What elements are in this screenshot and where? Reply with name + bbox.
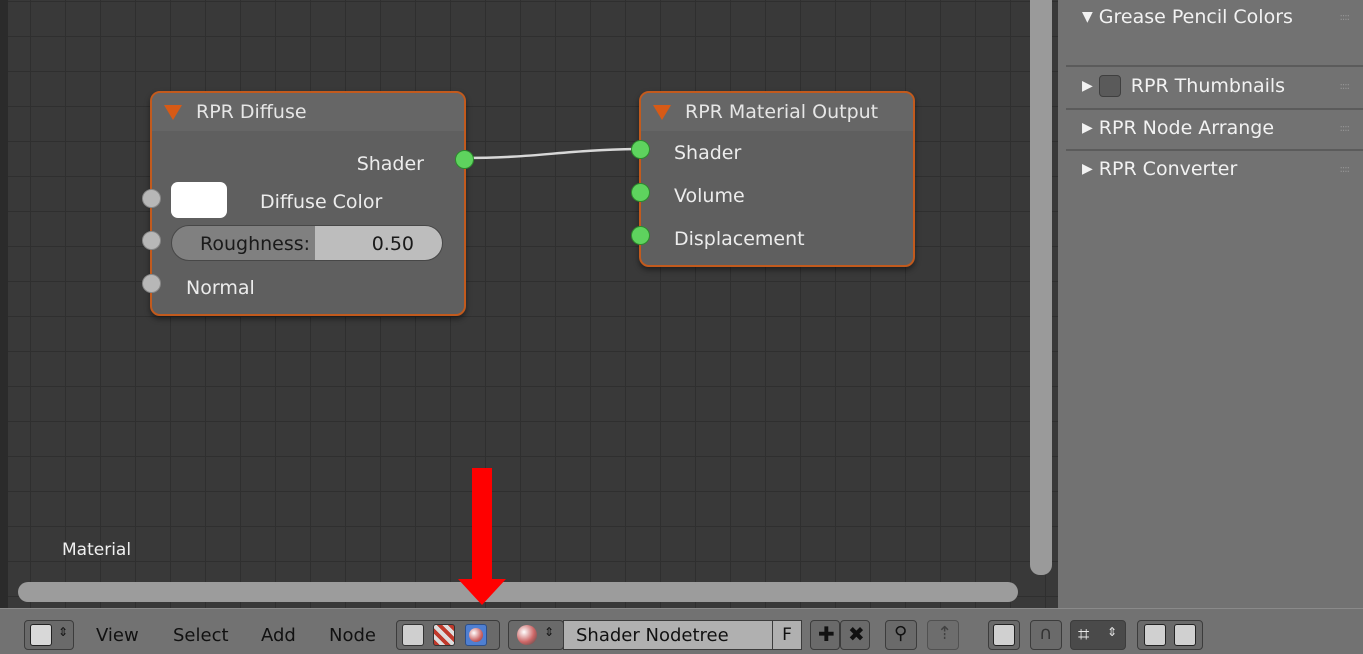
panel-separator	[1066, 108, 1363, 110]
fake-user-button[interactable]: F	[772, 620, 802, 650]
editor-left-edge	[0, 0, 8, 608]
pin-button[interactable]: ⚲	[885, 620, 917, 650]
properties-sidebar: ▼ Grease Pencil Colors :::: ▶ RPR Thumbnai…	[1058, 0, 1363, 608]
drag-grip-icon[interactable]: ::::	[1340, 12, 1351, 23]
expanded-triangle-icon: ▼	[1082, 9, 1093, 25]
editor-type-icon	[30, 624, 52, 646]
unlink-button[interactable]: ✖	[840, 620, 870, 650]
normal-label: Normal	[186, 277, 255, 299]
copy-icon[interactable]	[1144, 624, 1166, 646]
panel-grease-pencil-colors[interactable]: ▼ Grease Pencil Colors ::::	[1066, 0, 1363, 60]
roughness-socket[interactable]	[142, 231, 161, 250]
diffuse-color-label: Diffuse Color	[260, 191, 383, 213]
material-label: Material	[62, 540, 132, 560]
material-sphere-icon	[517, 625, 537, 645]
object-shader-icon[interactable]	[402, 624, 424, 646]
roughness-value: 0.50	[371, 233, 414, 255]
annotation-arrow-shaft	[472, 468, 492, 583]
node-header[interactable]: RPR Material Output	[641, 93, 913, 131]
collapsed-triangle-icon: ▶	[1082, 120, 1093, 136]
snap-grid-icon: ⌗	[1078, 622, 1090, 646]
shader-type-selector[interactable]	[396, 620, 500, 650]
unlink-icon: ✖	[848, 622, 865, 646]
snap-icon	[993, 624, 1015, 646]
go-to-parent-button[interactable]: ⇡	[927, 620, 959, 650]
annotation-arrow-head	[458, 579, 506, 605]
drag-grip-icon[interactable]: ::::	[1340, 164, 1351, 175]
collapse-triangle-icon[interactable]	[164, 104, 182, 120]
node-editor[interactable]: RPR Diffuse Shader Diffuse Color Roughne…	[0, 0, 1058, 608]
editor-type-button[interactable]: ⇕	[24, 620, 74, 650]
nodetree-name-field[interactable]: Shader Nodetree	[563, 620, 773, 650]
horizontal-scrollbar[interactable]	[18, 582, 1018, 602]
output-volume-socket[interactable]	[631, 183, 650, 202]
diffuse-shader-output-socket[interactable]	[455, 150, 474, 169]
updown-arrows-icon: ⇕	[544, 625, 555, 639]
pin-icon: ⚲	[894, 623, 908, 644]
snap-element-selector[interactable]: ⌗ ⇕	[1070, 620, 1126, 650]
output-displacement-socket[interactable]	[631, 226, 650, 245]
collapsed-triangle-icon: ▶	[1082, 78, 1093, 94]
panel-separator	[1066, 149, 1363, 151]
thumbnails-checkbox[interactable]	[1098, 75, 1121, 97]
collapsed-triangle-icon: ▶	[1082, 161, 1093, 177]
go-to-parent-icon: ⇡	[937, 623, 953, 644]
menu-select[interactable]: Select	[173, 625, 229, 646]
panel-rpr-converter[interactable]: ▶ RPR Converter ::::	[1066, 152, 1363, 190]
roughness-slider[interactable]: Roughness: 0.50	[171, 225, 443, 261]
snap-button[interactable]	[988, 620, 1020, 650]
displacement-input-label: Displacement	[674, 228, 805, 250]
panel-label: RPR Node Arrange	[1098, 117, 1275, 139]
node-editor-header: ⇕ View Select Add Node ⇕ Shader Nodetree…	[0, 608, 1363, 654]
panel-rpr-thumbnails[interactable]: ▶ RPR Thumbnails ::::	[1066, 69, 1363, 107]
shader-input-label: Shader	[674, 142, 742, 164]
panel-label: Grease Pencil Colors	[1098, 6, 1293, 28]
magnet-button[interactable]: ∩	[1030, 620, 1062, 650]
output-shader-socket[interactable]	[631, 140, 650, 159]
diffuse-color-swatch[interactable]	[171, 182, 227, 218]
panel-label: RPR Thumbnails	[1130, 75, 1286, 97]
rpr-material-output-node[interactable]: RPR Material Output Shader Volume Displa…	[639, 91, 915, 267]
normal-socket[interactable]	[142, 274, 161, 293]
drag-grip-icon[interactable]: ::::	[1340, 123, 1351, 134]
add-button[interactable]: ✚	[810, 620, 840, 650]
node-title: RPR Material Output	[685, 101, 879, 123]
drag-grip-icon[interactable]: ::::	[1340, 81, 1351, 92]
collapse-triangle-icon[interactable]	[653, 104, 671, 120]
material-browse-button[interactable]: ⇕	[508, 620, 564, 650]
roughness-label: Roughness:	[200, 233, 311, 255]
magnet-icon: ∩	[1039, 623, 1053, 644]
menu-node[interactable]: Node	[329, 625, 376, 646]
add-icon: ✚	[818, 622, 835, 646]
menu-add[interactable]: Add	[261, 625, 296, 646]
panel-label: RPR Converter	[1098, 158, 1238, 180]
vertical-scrollbar[interactable]	[1030, 0, 1052, 575]
rpr-diffuse-node[interactable]: RPR Diffuse Shader Diffuse Color Roughne…	[150, 91, 466, 316]
node-title: RPR Diffuse	[196, 101, 307, 123]
material-shader-icon[interactable]	[465, 624, 487, 646]
updown-arrows-icon: ⇕	[1107, 625, 1118, 639]
copy-paste-buttons[interactable]	[1137, 620, 1203, 650]
diffuse-color-socket[interactable]	[142, 189, 161, 208]
panel-rpr-node-arrange[interactable]: ▶ RPR Node Arrange ::::	[1066, 111, 1363, 149]
updown-arrows-icon: ⇕	[58, 625, 69, 639]
shader-output-label: Shader	[356, 153, 424, 175]
menu-view[interactable]: View	[96, 625, 139, 646]
node-header[interactable]: RPR Diffuse	[152, 93, 464, 131]
panel-separator	[1066, 65, 1363, 67]
paste-icon[interactable]	[1174, 624, 1196, 646]
world-shader-icon[interactable]	[433, 624, 455, 646]
volume-input-label: Volume	[674, 185, 745, 207]
